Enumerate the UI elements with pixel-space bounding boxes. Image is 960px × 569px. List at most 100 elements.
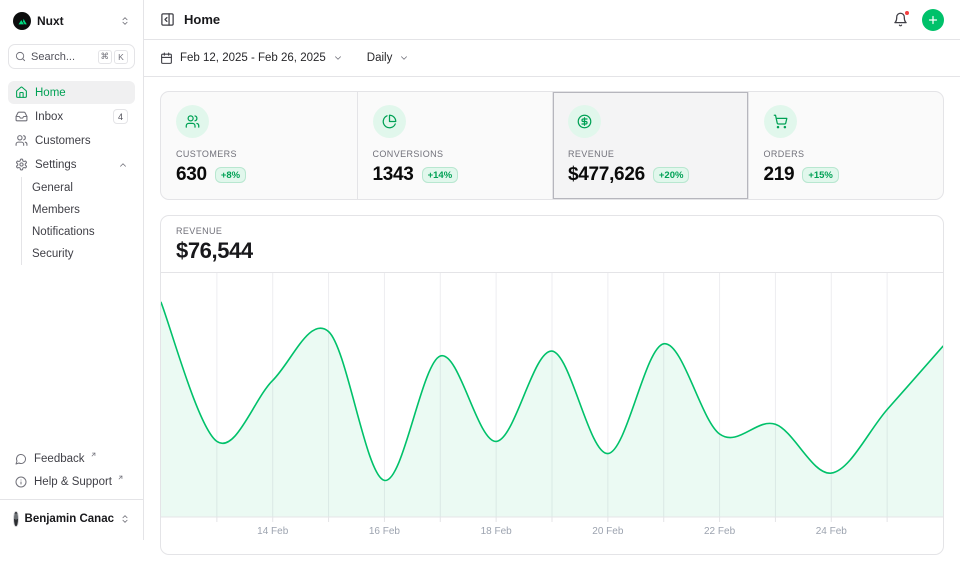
pie-chart-icon xyxy=(373,105,406,138)
sidebar-item-settings[interactable]: Settings xyxy=(8,153,135,176)
notifications-button[interactable] xyxy=(893,12,908,27)
feedback-label: Feedback xyxy=(34,453,85,465)
nuxt-logo-icon xyxy=(13,12,31,30)
kbd-meta: ⌘ xyxy=(98,50,113,64)
stat-value: 1343 xyxy=(373,164,414,186)
date-range-picker[interactable]: Feb 12, 2025 - Feb 26, 2025 xyxy=(160,52,343,65)
x-axis-label: 24 Feb xyxy=(816,526,847,537)
chevron-up-icon xyxy=(118,160,128,170)
user-menu[interactable]: Benjamin Canac xyxy=(8,506,135,532)
chevron-down-icon xyxy=(333,53,343,63)
collapse-sidebar-button[interactable] xyxy=(160,12,175,27)
calendar-icon xyxy=(160,52,173,65)
search-field[interactable] xyxy=(31,51,93,63)
x-axis-label: 16 Feb xyxy=(369,526,400,537)
chevrons-up-down-icon xyxy=(120,514,130,524)
stats-grid: CUSTOMERS 630 +8% CONVERSIONS 1343 +14% xyxy=(160,91,944,200)
stat-value: 630 xyxy=(176,164,207,186)
sidebar-item-inbox[interactable]: Inbox 4 xyxy=(8,105,135,128)
stat-card-customers[interactable]: CUSTOMERS 630 +8% xyxy=(161,92,357,199)
stat-card-orders[interactable]: ORDERS 219 +15% xyxy=(748,92,944,199)
stat-delta-badge: +15% xyxy=(802,167,839,183)
gear-icon xyxy=(15,158,28,171)
settings-subnav: General Members Notifications Security xyxy=(21,177,135,265)
sidebar-item-notifications[interactable]: Notifications xyxy=(22,221,135,243)
sidebar-divider xyxy=(0,499,143,500)
stat-delta-badge: +14% xyxy=(422,167,459,183)
header-actions xyxy=(893,9,944,31)
page-header: Home xyxy=(144,0,960,40)
chart-plot[interactable] xyxy=(161,273,943,523)
stat-label: ORDERS xyxy=(764,149,929,159)
search-shortcut: ⌘ K xyxy=(98,50,129,64)
stat-card-revenue[interactable]: REVENUE $477,626 +20% xyxy=(552,92,748,199)
chevron-down-icon xyxy=(399,53,409,63)
stat-value: 219 xyxy=(764,164,795,186)
users-icon xyxy=(176,105,209,138)
sidebar-nav: Home Inbox 4 Customers Settings Genera xyxy=(8,81,135,266)
chart-title: REVENUE xyxy=(176,226,928,236)
feedback-link[interactable]: Feedback xyxy=(8,447,135,470)
arrow-up-right-icon xyxy=(90,451,97,458)
x-axis: 14 Feb 16 Feb 18 Feb 20 Feb 22 Feb 24 Feb xyxy=(161,523,943,543)
sub-item-label: Security xyxy=(32,248,74,260)
page-title: Home xyxy=(184,12,220,27)
stat-card-conversions[interactable]: CONVERSIONS 1343 +14% xyxy=(357,92,553,199)
sidebar-item-security[interactable]: Security xyxy=(22,243,135,265)
plus-icon xyxy=(927,14,939,26)
stat-value: $477,626 xyxy=(568,164,645,186)
inbox-count-badge: 4 xyxy=(113,109,128,124)
users-icon xyxy=(15,134,28,147)
workspace-name: Nuxt xyxy=(37,14,64,28)
help-support-label: Help & Support xyxy=(34,476,112,488)
revenue-chart-card: REVENUE $76,544 14 Feb 16 Feb 18 Feb 20 Feb… xyxy=(160,215,944,555)
period-label: Daily xyxy=(367,52,393,64)
sub-item-label: General xyxy=(32,182,73,194)
sidebar-item-home[interactable]: Home xyxy=(8,81,135,104)
x-axis-label: 18 Feb xyxy=(481,526,512,537)
avatar xyxy=(13,511,19,527)
period-select[interactable]: Daily xyxy=(367,52,410,64)
sub-item-label: Members xyxy=(32,204,80,216)
sidebar-item-members[interactable]: Members xyxy=(22,199,135,221)
panel-left-close-icon xyxy=(160,12,175,27)
home-icon xyxy=(15,86,28,99)
new-item-button[interactable] xyxy=(922,9,944,31)
sidebar: Nuxt ⌘ K Home Inbox 4 xyxy=(0,0,144,540)
stat-label: CONVERSIONS xyxy=(373,149,538,159)
stat-label: REVENUE xyxy=(568,149,733,159)
help-support-link[interactable]: Help & Support xyxy=(8,470,135,493)
page-content: CUSTOMERS 630 +8% CONVERSIONS 1343 +14% xyxy=(144,77,960,569)
notification-dot xyxy=(904,10,910,16)
sidebar-item-customers[interactable]: Customers xyxy=(8,129,135,152)
sidebar-spacer xyxy=(8,266,135,447)
dollar-circle-icon xyxy=(568,105,601,138)
chart-current-value: $76,544 xyxy=(176,238,928,264)
sidebar-item-label: Customers xyxy=(35,135,91,147)
x-axis-label: 20 Feb xyxy=(592,526,623,537)
kbd-k: K xyxy=(114,50,128,64)
x-axis-label: 14 Feb xyxy=(257,526,288,537)
stat-delta-badge: +20% xyxy=(653,167,690,183)
sidebar-item-label: Settings xyxy=(35,159,77,171)
user-name: Benjamin Canac xyxy=(25,513,114,525)
message-circle-icon xyxy=(15,453,27,465)
sidebar-item-label: Home xyxy=(35,87,66,99)
chart-header: REVENUE $76,544 xyxy=(161,216,943,273)
chevrons-up-down-icon xyxy=(120,16,130,26)
sidebar-item-label: Inbox xyxy=(35,111,63,123)
stat-delta-badge: +8% xyxy=(215,167,246,183)
x-axis-label: 22 Feb xyxy=(704,526,735,537)
sidebar-item-general[interactable]: General xyxy=(22,177,135,199)
main-area: Home Feb 12, 2025 - Feb 26, 2025 xyxy=(144,0,960,540)
info-icon xyxy=(15,476,27,488)
date-range-label: Feb 12, 2025 - Feb 26, 2025 xyxy=(180,52,326,64)
workspace-switcher[interactable]: Nuxt xyxy=(8,8,135,34)
search-icon xyxy=(15,51,26,62)
arrow-up-right-icon xyxy=(117,474,124,481)
stat-label: CUSTOMERS xyxy=(176,149,342,159)
filters-toolbar: Feb 12, 2025 - Feb 26, 2025 Daily xyxy=(144,40,960,77)
inbox-icon xyxy=(15,110,28,123)
search-input[interactable]: ⌘ K xyxy=(8,44,135,69)
shopping-cart-icon xyxy=(764,105,797,138)
